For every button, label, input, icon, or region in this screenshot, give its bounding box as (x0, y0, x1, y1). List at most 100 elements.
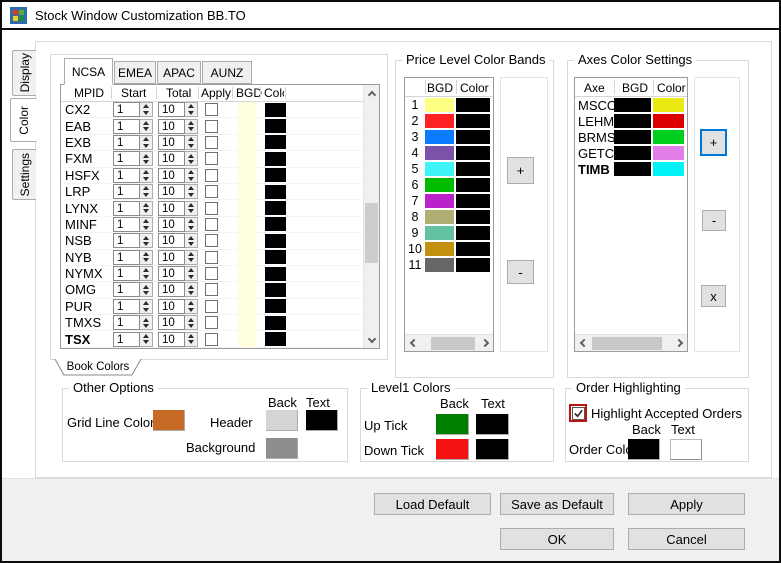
bgd-color-swatch[interactable] (238, 314, 257, 331)
total-value[interactable]: 10 (158, 233, 185, 249)
spin-down-icon[interactable] (185, 290, 197, 297)
total-spinner[interactable]: 10 (158, 315, 198, 331)
region-tab-emea[interactable]: EMEA (114, 61, 156, 84)
spin-down-icon[interactable] (185, 241, 197, 248)
scroll-right-icon[interactable] (673, 335, 687, 351)
text-color-swatch[interactable] (265, 266, 286, 281)
region-tab-apac[interactable]: APAC (157, 61, 201, 84)
start-value[interactable]: 1 (113, 102, 140, 118)
band-bgd-swatch[interactable] (425, 226, 454, 240)
text-color-swatch[interactable] (265, 250, 286, 265)
scroll-down-icon[interactable] (364, 332, 379, 348)
scroll-left-icon[interactable] (405, 335, 419, 351)
band-bgd-swatch[interactable] (425, 98, 454, 112)
total-spinner[interactable]: 10 (158, 184, 198, 200)
band-bgd-swatch[interactable] (425, 210, 454, 224)
highlight-accepted-orders-checkbox[interactable] (569, 404, 587, 422)
bgd-color-swatch[interactable] (238, 330, 257, 348)
bgd-color-swatch[interactable] (238, 183, 257, 200)
spin-down-icon[interactable] (140, 323, 152, 330)
grid-line-color-swatch[interactable] (153, 410, 185, 431)
start-spinner[interactable]: 1 (113, 167, 153, 183)
text-color-swatch[interactable] (265, 282, 286, 297)
total-value[interactable]: 10 (158, 134, 185, 150)
text-color-swatch[interactable] (265, 201, 286, 216)
start-value[interactable]: 1 (113, 134, 140, 150)
tab-color[interactable]: Color (10, 98, 37, 142)
apply-checkbox[interactable] (205, 119, 218, 133)
spin-down-icon[interactable] (185, 175, 197, 182)
down-tick-back-swatch[interactable] (436, 439, 469, 460)
start-value[interactable]: 1 (113, 167, 140, 183)
bgd-color-swatch[interactable] (238, 167, 257, 184)
axe-color-swatch[interactable] (653, 98, 684, 112)
start-value[interactable]: 1 (113, 282, 140, 298)
spin-down-icon[interactable] (140, 257, 152, 264)
spin-down-icon[interactable] (140, 224, 152, 231)
text-color-swatch[interactable] (265, 315, 286, 330)
ok-button[interactable]: OK (500, 528, 614, 550)
spin-down-icon[interactable] (185, 257, 197, 264)
band-color-swatch[interactable] (456, 162, 490, 176)
start-spinner[interactable]: 1 (113, 298, 153, 314)
total-spinner[interactable]: 10 (158, 216, 198, 232)
text-color-swatch[interactable] (265, 102, 286, 117)
spin-down-icon[interactable] (185, 224, 197, 231)
apply-checkbox[interactable] (205, 250, 218, 264)
start-spinner[interactable]: 1 (113, 282, 153, 298)
text-color-swatch[interactable] (265, 151, 286, 166)
header-back-swatch[interactable] (266, 410, 298, 431)
start-value[interactable]: 1 (113, 151, 140, 167)
cancel-button[interactable]: Cancel (628, 528, 745, 550)
axe-bgd-swatch[interactable] (614, 162, 651, 176)
apply-checkbox[interactable] (205, 234, 218, 248)
total-spinner[interactable]: 10 (158, 167, 198, 183)
bgd-color-swatch[interactable] (238, 281, 257, 299)
band-color-swatch[interactable] (456, 226, 490, 240)
total-value[interactable]: 10 (158, 102, 185, 118)
hscroll-thumb[interactable] (431, 337, 475, 350)
spin-down-icon[interactable] (185, 208, 197, 215)
spin-down-icon[interactable] (140, 306, 152, 313)
axes-delete-button[interactable]: x (701, 285, 726, 307)
region-tab-aunz[interactable]: AUNZ (202, 61, 252, 84)
bgd-color-swatch[interactable] (238, 117, 257, 135)
spin-down-icon[interactable] (140, 126, 152, 133)
start-spinner[interactable]: 1 (113, 151, 153, 167)
apply-checkbox[interactable] (205, 283, 218, 297)
band-bgd-swatch[interactable] (425, 242, 454, 256)
start-spinner[interactable]: 1 (113, 331, 153, 347)
total-spinner[interactable]: 10 (158, 233, 198, 249)
price-table-hscroll[interactable] (405, 334, 493, 351)
band-bgd-swatch[interactable] (425, 130, 454, 144)
book-colors-sheet-tab[interactable]: Book Colors (54, 359, 142, 376)
spin-down-icon[interactable] (185, 274, 197, 281)
start-spinner[interactable]: 1 (113, 315, 153, 331)
total-value[interactable]: 10 (158, 216, 185, 232)
scroll-right-icon[interactable] (479, 335, 493, 351)
start-value[interactable]: 1 (113, 184, 140, 200)
axe-color-swatch[interactable] (653, 114, 684, 128)
save-as-default-button[interactable]: Save as Default (500, 493, 614, 515)
axes-remove-button[interactable]: - (702, 210, 726, 231)
total-spinner[interactable]: 10 (158, 134, 198, 150)
axes-add-button[interactable]: + (700, 129, 727, 156)
spin-down-icon[interactable] (140, 290, 152, 297)
total-value[interactable]: 10 (158, 200, 185, 216)
total-spinner[interactable]: 10 (158, 151, 198, 167)
apply-checkbox[interactable] (205, 201, 218, 215)
apply-checkbox[interactable] (205, 103, 218, 117)
band-color-swatch[interactable] (456, 178, 490, 192)
axe-bgd-swatch[interactable] (614, 146, 651, 160)
spin-down-icon[interactable] (140, 159, 152, 166)
bgd-color-swatch[interactable] (238, 199, 257, 217)
spin-down-icon[interactable] (140, 142, 152, 149)
total-value[interactable]: 10 (158, 151, 185, 167)
axe-color-swatch[interactable] (653, 162, 684, 176)
apply-checkbox[interactable] (205, 152, 218, 166)
start-spinner[interactable]: 1 (113, 200, 153, 216)
total-spinner[interactable]: 10 (158, 282, 198, 298)
total-spinner[interactable]: 10 (158, 118, 198, 134)
down-tick-text-swatch[interactable] (476, 439, 509, 460)
spin-down-icon[interactable] (185, 192, 197, 199)
